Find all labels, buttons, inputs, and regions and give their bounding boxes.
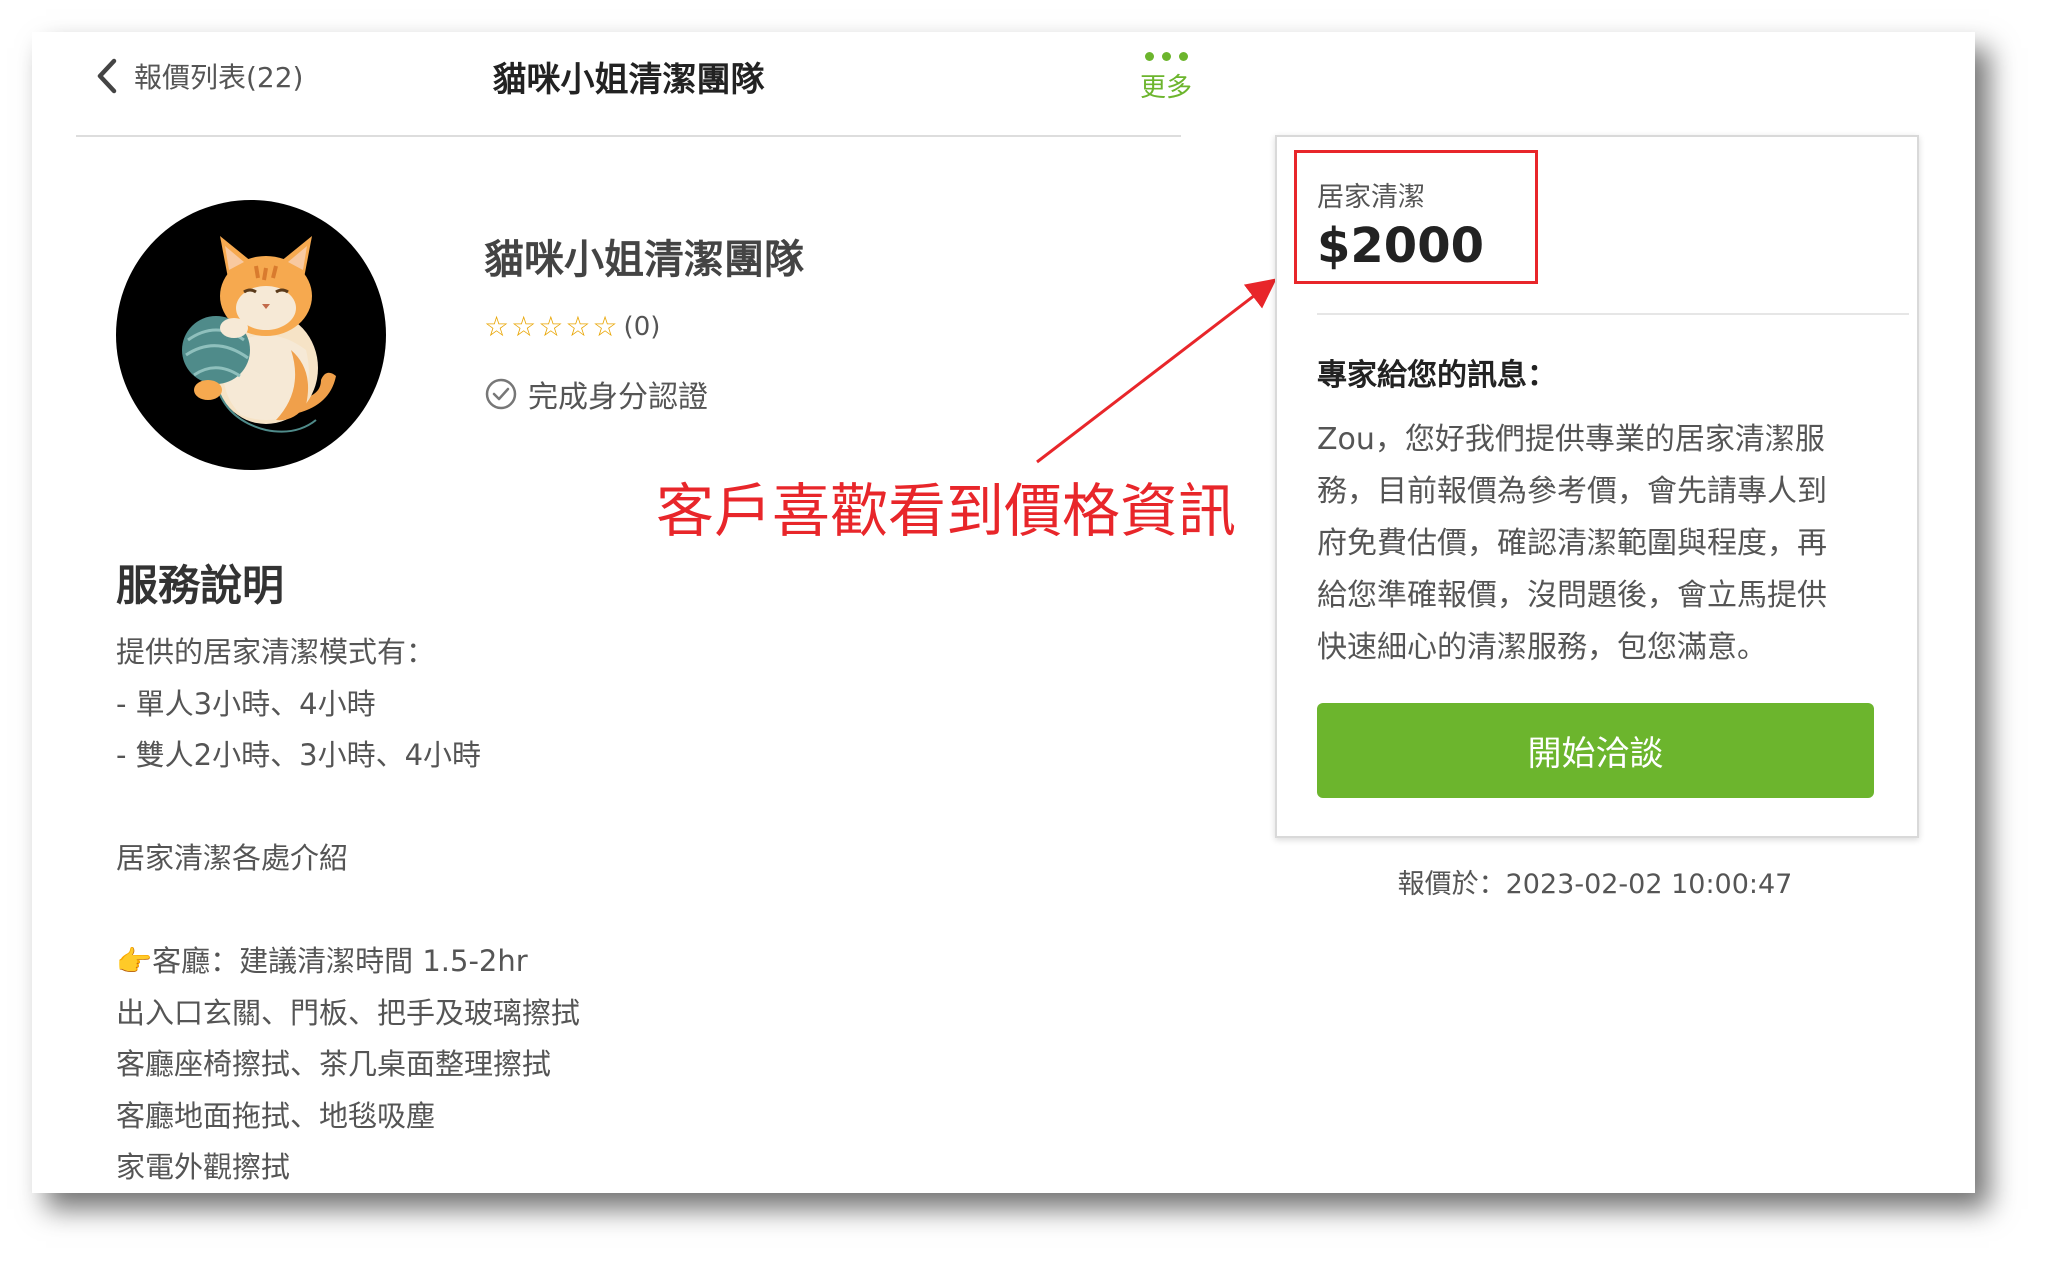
check-circle-icon [485, 378, 517, 410]
message-body: Zou，您好我們提供專業的居家清潔服 務，目前報價為參考價，會先請專人到 府免費… [1317, 414, 1877, 674]
message-line: 快速細心的清潔服務，包您滿意。 [1317, 630, 1767, 665]
service-line-blank [116, 885, 580, 937]
service-line-blank [116, 782, 580, 834]
service-line: 👉客廳：建議清潔時間 1.5-2hr [116, 944, 528, 978]
more-button[interactable]: 更多 [1126, 52, 1206, 104]
star-outline-icon: ☆ [592, 310, 618, 343]
service-heading: 服務說明 [116, 561, 285, 610]
top-header: 報價列表(22) 貓咪小姐清潔團隊 更多 [76, 32, 1192, 137]
rating-count: (0) [623, 311, 661, 342]
more-dots-icon [1126, 52, 1206, 61]
start-negotiation-button[interactable]: 開始洽談 [1317, 703, 1874, 798]
page-title: 貓咪小姐清潔團隊 [492, 60, 765, 100]
verified-label: 完成身分認證 [528, 380, 708, 415]
annotation-text: 客戶喜歡看到價格資訊 [656, 477, 1237, 545]
message-heading: 專家給您的訊息： [1317, 358, 1557, 393]
screenshot-frame: 報價列表(22) 貓咪小姐清潔團隊 更多 貓咪小姐清潔團隊 ☆ ☆ ☆ ☆ ☆ … [32, 32, 1975, 1193]
service-line: 家電外觀擦拭 [116, 1150, 291, 1184]
service-line: 客廳地面拖拭、地毯吸塵 [116, 1098, 436, 1133]
cat-logo-icon [182, 236, 336, 433]
star-outline-icon: ☆ [565, 310, 591, 343]
message-line: Zou，您好我們提供專業的居家清潔服 [1317, 422, 1825, 457]
verified-badge: 完成身分認證 [484, 372, 708, 416]
message-line: 給您準確報價，沒問題後，會立馬提供 [1317, 578, 1827, 613]
message-line: 府免費估價，確認清潔範圍與程度，再 [1317, 526, 1827, 561]
star-outline-icon: ☆ [538, 310, 564, 343]
star-outline-icon: ☆ [484, 310, 510, 343]
service-line: 居家清潔各處介紹 [116, 841, 349, 875]
avatar [116, 200, 386, 470]
service-line: 提供的居家清潔模式有： [116, 635, 436, 669]
service-line: - 雙人2小時、3小時、4小時 [116, 738, 482, 772]
quote-price: $2000 [1317, 218, 1484, 274]
more-label: 更多 [1139, 73, 1192, 103]
service-line: 客廳座椅擦拭、茶几桌面整理擦拭 [116, 1047, 552, 1081]
provider-name: 貓咪小姐清潔團隊 [484, 237, 804, 283]
service-line: 出入口玄關、門板、把手及玻璃擦拭 [116, 995, 581, 1030]
service-description: 提供的居家清潔模式有： - 單人3小時、4小時 - 雙人2小時、3小時、4小時 … [116, 627, 580, 1193]
star-outline-icon: ☆ [511, 310, 537, 343]
quoted-timestamp: 報價於：2023-02-02 10:00:47 [1397, 869, 1793, 900]
quote-service-type: 居家清潔 [1317, 182, 1425, 213]
message-line: 務，目前報價為參考價，會先請專人到 [1317, 474, 1827, 509]
rating: ☆ ☆ ☆ ☆ ☆ (0) [484, 310, 660, 343]
card-divider [1317, 313, 1909, 315]
service-line: - 單人3小時、4小時 [116, 686, 376, 721]
